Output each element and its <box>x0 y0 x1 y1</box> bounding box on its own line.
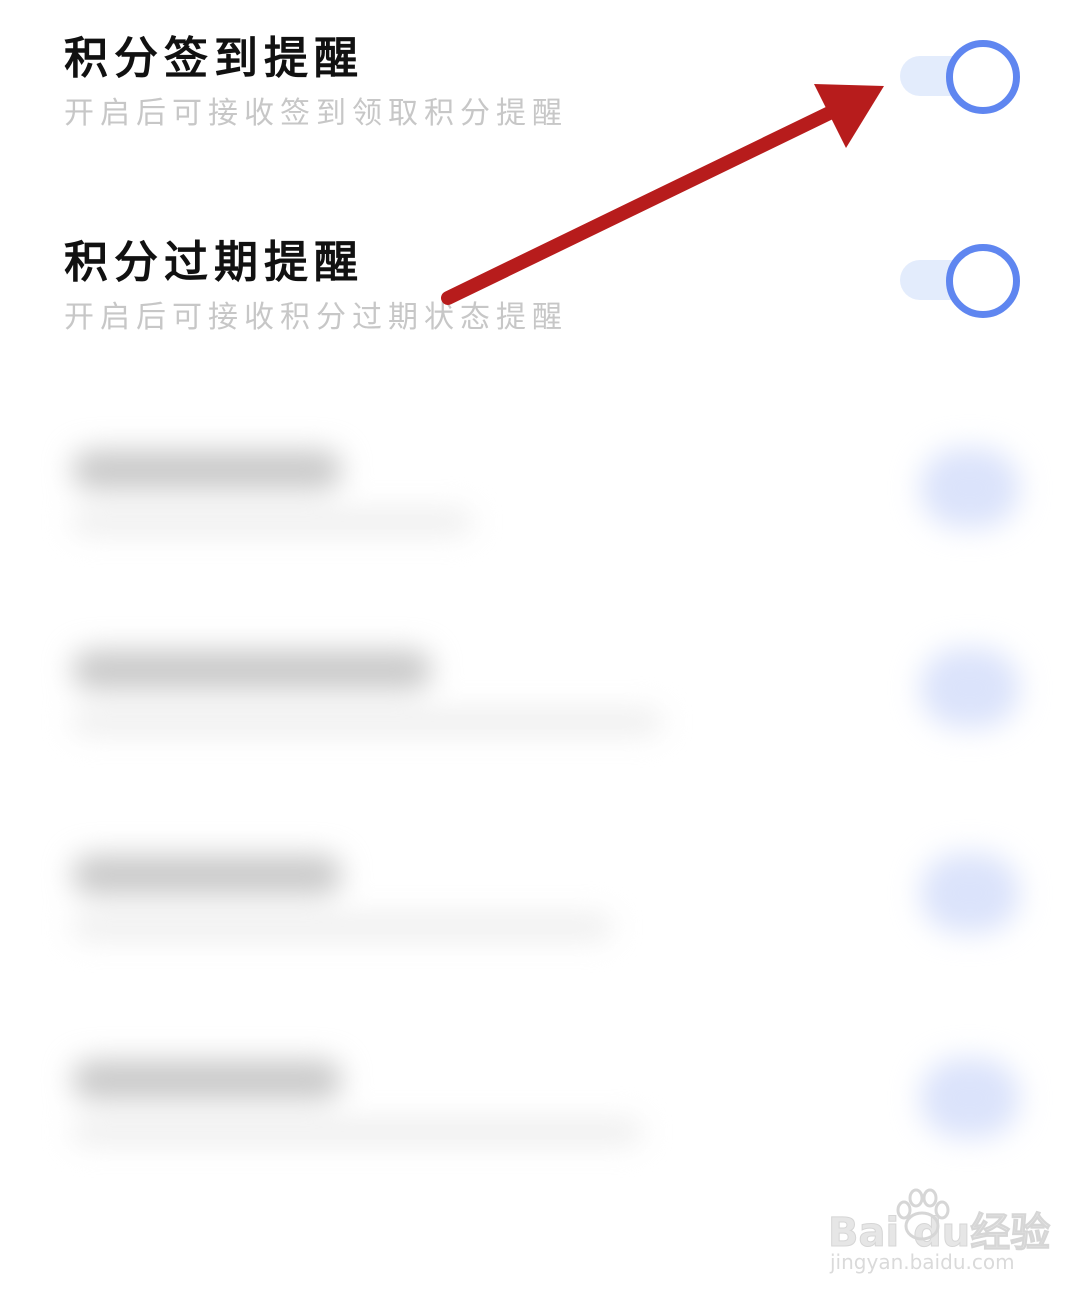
blurred-title <box>72 855 342 895</box>
toggle-knob <box>946 40 1020 114</box>
paw-icon <box>896 1188 950 1241</box>
blurred-setting-row <box>0 410 1080 610</box>
blurred-toggle <box>920 648 1020 728</box>
blurred-title <box>72 450 342 490</box>
blurred-description <box>72 915 612 939</box>
blurred-toggle <box>920 448 1020 528</box>
watermark-url: jingyan.baidu.com <box>830 1250 1015 1274</box>
blurred-toggle <box>920 853 1020 933</box>
setting-description: 开启后可接收签到领取积分提醒 <box>64 96 568 131</box>
blurred-toggle <box>920 1058 1020 1138</box>
blurred-title <box>72 650 432 690</box>
blurred-description <box>72 1120 642 1144</box>
signin-reminder-toggle[interactable] <box>900 40 1020 114</box>
blurred-description <box>72 510 472 534</box>
expiry-reminder-toggle[interactable] <box>900 244 1020 318</box>
baidu-jingyan-watermark: Bai du经验 jingyan.baidu.com <box>827 1188 1051 1278</box>
setting-row-signin-reminder: 积分签到提醒 开启后可接收签到领取积分提醒 <box>0 0 1080 200</box>
blurred-setting-row <box>0 815 1080 1015</box>
blurred-description <box>72 710 662 734</box>
toggle-knob <box>946 244 1020 318</box>
blurred-setting-row <box>0 610 1080 810</box>
blurred-title <box>72 1060 342 1100</box>
setting-row-expiry-reminder: 积分过期提醒 开启后可接收积分过期状态提醒 <box>0 204 1080 404</box>
setting-title: 积分过期提醒 <box>64 237 364 288</box>
setting-description: 开启后可接收积分过期状态提醒 <box>64 300 568 335</box>
setting-title: 积分签到提醒 <box>64 33 364 84</box>
